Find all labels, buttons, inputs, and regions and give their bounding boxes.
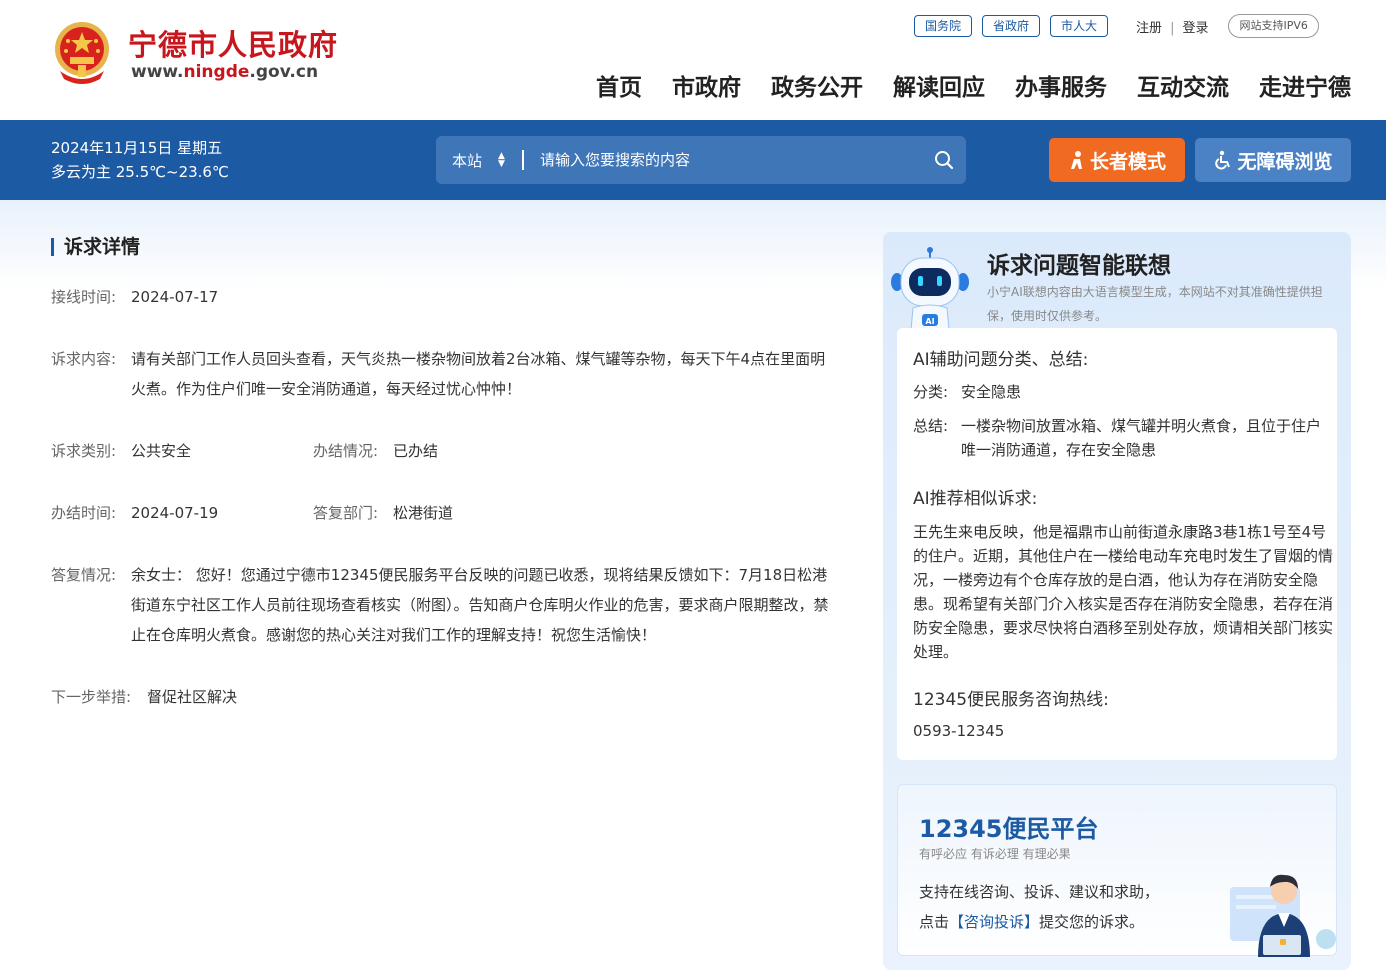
- nav-about-ningde[interactable]: 走进宁德: [1259, 68, 1351, 102]
- platform-desc-pre: 点击: [919, 913, 950, 931]
- platform-title: 12345便民平台: [919, 815, 1099, 843]
- register-link[interactable]: 注册: [1136, 21, 1162, 36]
- platform-desc-line2: 点击【咨询投诉】提交您的诉求。: [919, 907, 1189, 937]
- content-label: 诉求内容:: [51, 350, 117, 368]
- next-step-label: 下一步举措:: [51, 688, 132, 706]
- sort-arrows-icon: ▲ ▼: [498, 151, 505, 169]
- account-links: 注册 | 登录: [1136, 17, 1208, 36]
- search-scope-select[interactable]: 本站 ▲ ▼: [436, 150, 524, 170]
- nav-open-affairs[interactable]: 政务公开: [771, 68, 863, 102]
- wheelchair-icon: [1215, 150, 1231, 170]
- elder-mode-button[interactable]: 长者模式: [1049, 138, 1185, 182]
- ai-classify-heading: AI辅助问题分类、总结:: [913, 350, 1089, 370]
- closed-row: 办结时间: 2024-07-19 答复部门: 松港街道: [51, 498, 831, 528]
- ai-summary-value: 一楼杂物间放置冰箱、煤气罐并明火煮食，且位于住户唯一消防通道，存在安全隐患: [961, 417, 1322, 459]
- ai-result-card: AI辅助问题分类、总结: 分类: 安全隐患 总结: 一楼杂物间放置冰箱、煤气罐并…: [897, 328, 1337, 760]
- date-weather: 2024年11月15日 星期五 多云为主 25.5℃~23.6℃: [51, 136, 229, 184]
- closed-time-value: 2024-07-19: [131, 504, 219, 522]
- site-url-prefix: www.: [131, 62, 184, 82]
- site-title[interactable]: 宁德市人民政府: [128, 22, 338, 64]
- link-municipal-congress[interactable]: 市人大: [1050, 15, 1109, 37]
- service-agent-illustration: [1230, 874, 1336, 957]
- platform-desc-post: 提交您的诉求。: [1039, 913, 1145, 931]
- ai-similar-text[interactable]: 王先生来电反映，他是福鼎市山前街道永康路3巷1栋1号至4号的住户。近期，其他住户…: [913, 520, 1333, 664]
- received-time-row: 接线时间: 2024-07-17: [51, 282, 831, 312]
- account-separator: |: [1170, 20, 1175, 36]
- reply-label: 答复情况:: [51, 566, 117, 584]
- site-url-highlight: ningde: [183, 62, 250, 82]
- reply-dept-label: 答复部门:: [313, 504, 379, 522]
- nav-interaction[interactable]: 互动交流: [1137, 68, 1229, 102]
- current-date: 2024年11月15日 星期五: [51, 139, 223, 157]
- nav-interpretation[interactable]: 解读回应: [893, 68, 985, 102]
- platform-slogan: 有呼必应 有诉必理 有理必果: [919, 847, 1071, 861]
- status-label: 办结情况:: [313, 442, 379, 460]
- link-state-council[interactable]: 国务院: [914, 15, 973, 37]
- robot-badge: AI: [925, 317, 934, 326]
- hotline-heading: 12345便民服务咨询热线:: [913, 690, 1109, 710]
- reply-value: 余女士： 您好！您通过宁德市12345便民服务平台反映的问题已收悉，现将结果反馈…: [131, 566, 829, 644]
- content-value: 请有关部门工作人员回头查看，天气炎热一楼杂物间放着2台冰箱、煤气罐等杂物，每天下…: [131, 350, 826, 398]
- hotline-number: 0593-12345: [913, 722, 1005, 740]
- search-bar: 本站 ▲ ▼: [436, 136, 966, 184]
- ai-disclaimer: 小宁AI联想内容由大语言模型生成，本网站不对其准确性提供担保，使用时仅供参考。: [987, 285, 1323, 323]
- reply-row: 答复情况: 余女士： 您好！您通过宁德市12345便民服务平台反映的问题已收悉，…: [51, 560, 831, 650]
- elder-icon: [1070, 151, 1082, 169]
- received-time-label: 接线时间:: [51, 288, 117, 306]
- platform-card[interactable]: 12345便民平台 有呼必应 有诉必理 有理必果 支持在线咨询、投诉、建议和求助…: [897, 784, 1337, 957]
- ai-similar-heading: AI推荐相似诉求:: [913, 489, 1038, 509]
- weather: 多云为主 25.5℃~23.6℃: [51, 163, 229, 181]
- site-url[interactable]: www.ningde.gov.cn: [131, 62, 318, 82]
- section-title: 诉求详情: [51, 238, 140, 257]
- search-input[interactable]: [524, 151, 922, 169]
- accessible-browse-label: 无障碍浏览: [1237, 150, 1333, 173]
- content-row: 诉求内容: 请有关部门工作人员回头查看，天气炎热一楼杂物间放着2台冰箱、煤气罐等…: [51, 344, 831, 404]
- search-icon[interactable]: [922, 150, 966, 170]
- national-emblem-icon: [55, 22, 109, 84]
- accessible-browse-button[interactable]: 无障碍浏览: [1195, 138, 1351, 182]
- ipv6-badge: 网站支持IPV6: [1228, 14, 1319, 38]
- platform-desc-line1: 支持在线咨询、投诉、建议和求助，: [919, 883, 1160, 901]
- nav-services[interactable]: 办事服务: [1015, 68, 1107, 102]
- next-step-value: 督促社区解决: [147, 688, 238, 706]
- nav-home[interactable]: 首页: [596, 68, 642, 102]
- received-time-value: 2024-07-17: [131, 288, 219, 306]
- elder-mode-label: 长者模式: [1089, 150, 1166, 173]
- ai-category-row: 分类: 安全隐患: [913, 380, 1327, 404]
- category-value: 公共安全: [131, 442, 192, 460]
- closed-time-label: 办结时间:: [51, 504, 117, 522]
- main-nav: 首页 市政府 政务公开 解读回应 办事服务 互动交流 走进宁德: [566, 68, 1351, 102]
- ai-summary-label: 总结:: [913, 417, 949, 435]
- ai-sidebar: AI 诉求问题智能联想 小宁AI联想内容由大语言模型生成，本网站不对其准确性提供…: [883, 232, 1351, 970]
- ai-category-value: 安全隐患: [961, 383, 1022, 401]
- ai-summary-row: 总结: 一楼杂物间放置冰箱、煤气罐并明火煮食，且位于住户唯一消防通道，存在安全隐…: [913, 414, 1327, 462]
- robot-icon: AI: [891, 247, 969, 330]
- top-links: 国务院 省政府 市人大 注册 | 登录 网站支持IPV6: [914, 14, 1319, 38]
- link-provincial-government[interactable]: 省政府: [982, 15, 1041, 37]
- site-header: 宁德市人民政府 www.ningde.gov.cn 国务院 省政府 市人大 注册…: [0, 0, 1386, 120]
- ai-category-label: 分类:: [913, 383, 949, 401]
- category-label: 诉求类别:: [51, 442, 117, 460]
- next-step-row: 下一步举措: 督促社区解决: [51, 682, 831, 712]
- category-row: 诉求类别: 公共安全 办结情况: 已办结: [51, 436, 831, 466]
- login-link[interactable]: 登录: [1182, 21, 1208, 36]
- reply-dept-value: 松港街道: [393, 504, 454, 522]
- nav-government[interactable]: 市政府: [672, 68, 741, 102]
- ai-title: 诉求问题智能联想: [987, 253, 1171, 279]
- consult-complaint-link[interactable]: 【咨询投诉】: [949, 913, 1039, 931]
- platform-description: 支持在线咨询、投诉、建议和求助， 点击【咨询投诉】提交您的诉求。: [919, 877, 1189, 937]
- status-value: 已办结: [393, 442, 439, 460]
- search-scope-label: 本站: [452, 151, 483, 170]
- site-url-suffix: .gov.cn: [249, 62, 319, 82]
